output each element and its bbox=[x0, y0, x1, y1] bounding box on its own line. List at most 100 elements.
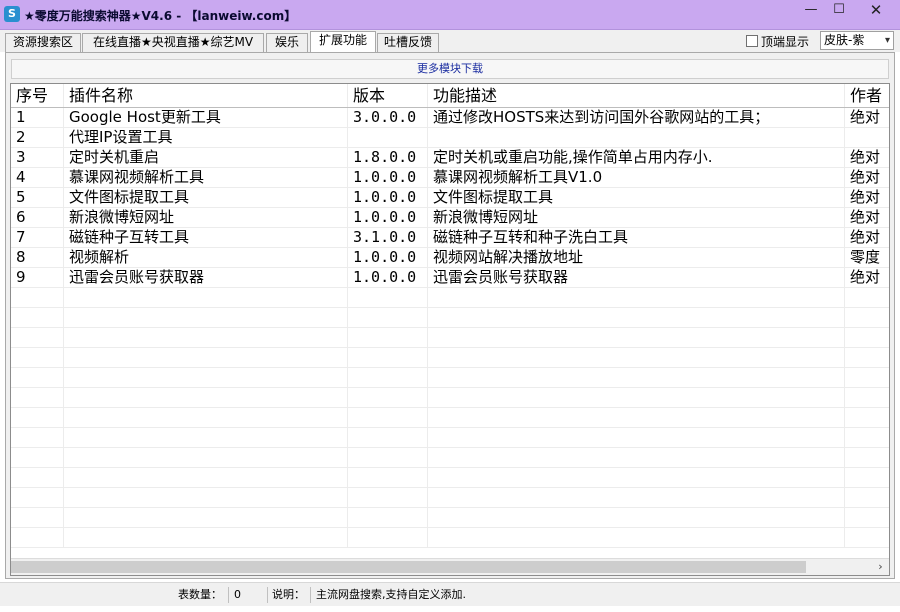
cell-author bbox=[845, 288, 889, 307]
cell-description bbox=[428, 488, 845, 507]
cell-index bbox=[11, 288, 64, 307]
scrollbar-thumb[interactable] bbox=[11, 561, 806, 573]
cell-version: 1.0.0.0 bbox=[348, 188, 428, 207]
cell-plugin-name: Google Host更新工具 bbox=[64, 108, 348, 127]
plugin-table: 序号 插件名称 版本 功能描述 作者 1 Google Host更新工具 3.0.0… bbox=[10, 83, 890, 576]
cell-author: 零度 bbox=[845, 248, 889, 267]
cell-plugin-name: 文件图标提取工具 bbox=[64, 188, 348, 207]
cell-description bbox=[428, 388, 845, 407]
extensions-panel: 更多模块下载 序号 插件名称 版本 功能描述 作者 1 Google Host更新… bbox=[5, 52, 895, 579]
cell-author: 绝对 bbox=[845, 168, 889, 187]
status-bar: 表数量： 0 说明： 主流网盘搜索,支持自定义添加. bbox=[0, 582, 900, 606]
cell-author bbox=[845, 308, 889, 327]
cell-index: 5 bbox=[11, 188, 64, 207]
cell-author bbox=[845, 388, 889, 407]
cell-description: 磁链种子互转和种子洗白工具 bbox=[428, 228, 845, 247]
cell-index bbox=[11, 408, 64, 427]
cell-description bbox=[428, 288, 845, 307]
cell-author bbox=[845, 128, 889, 147]
cell-plugin-name: 新浪微博短网址 bbox=[64, 208, 348, 227]
cell-index: 8 bbox=[11, 248, 64, 267]
cell-version: 3.0.0.0 bbox=[348, 108, 428, 127]
cell-description: 通过修改HOSTS来达到访问国外谷歌网站的工具； bbox=[428, 108, 845, 127]
cell-version bbox=[348, 388, 428, 407]
cell-version bbox=[348, 288, 428, 307]
cell-plugin-name bbox=[64, 328, 348, 347]
cell-author bbox=[845, 408, 889, 427]
cell-index bbox=[11, 388, 64, 407]
tab-feedback[interactable]: 吐槽反馈 bbox=[377, 33, 439, 52]
tab-entertainment[interactable]: 娱乐 bbox=[266, 33, 308, 52]
table-row[interactable]: 4 慕课网视频解析工具 1.0.0.0 慕课网视频解析工具V1.0 绝对 bbox=[11, 168, 889, 188]
cell-version: 1.0.0.0 bbox=[348, 268, 428, 287]
maximize-button[interactable]: ☐ bbox=[824, 0, 854, 22]
table-row[interactable]: 2 代理IP设置工具 bbox=[11, 128, 889, 148]
table-row bbox=[11, 308, 889, 328]
cell-plugin-name bbox=[64, 448, 348, 467]
cell-description: 文件图标提取工具 bbox=[428, 188, 845, 207]
table-row[interactable]: 1 Google Host更新工具 3.0.0.0 通过修改HOSTS来达到访问国外谷… bbox=[11, 108, 889, 128]
topmost-checkbox[interactable] bbox=[746, 35, 758, 47]
cell-index bbox=[11, 368, 64, 387]
table-row[interactable]: 8 视频解析 1.0.0.0 视频网站解决播放地址 零度 bbox=[11, 248, 889, 268]
cell-index: 9 bbox=[11, 268, 64, 287]
cell-index bbox=[11, 448, 64, 467]
cell-description: 新浪微博短网址 bbox=[428, 208, 845, 227]
tab-live-tv[interactable]: 在线直播★央视直播★综艺MV bbox=[82, 33, 264, 52]
table-row[interactable]: 9 迅雷会员账号获取器 1.0.0.0 迅雷会员账号获取器 绝对 bbox=[11, 268, 889, 288]
cell-version bbox=[348, 428, 428, 447]
table-row bbox=[11, 488, 889, 508]
cell-author bbox=[845, 468, 889, 487]
horizontal-scrollbar[interactable]: › bbox=[11, 558, 889, 575]
cell-description bbox=[428, 128, 845, 147]
cell-version bbox=[348, 328, 428, 347]
cell-plugin-name: 代理IP设置工具 bbox=[64, 128, 348, 147]
header-description[interactable]: 功能描述 bbox=[428, 84, 845, 107]
cell-version bbox=[348, 348, 428, 367]
minimize-button[interactable]: — bbox=[796, 0, 826, 22]
table-row[interactable]: 6 新浪微博短网址 1.0.0.0 新浪微博短网址 绝对 bbox=[11, 208, 889, 228]
header-index[interactable]: 序号 bbox=[11, 84, 64, 107]
skin-dropdown[interactable]: 皮肤-紫 ▾ bbox=[820, 31, 894, 50]
cell-description bbox=[428, 448, 845, 467]
table-row[interactable]: 7 磁链种子互转工具 3.1.0.0 磁链种子互转和种子洗白工具 绝对 bbox=[11, 228, 889, 248]
cell-author: 绝对 bbox=[845, 148, 889, 167]
cell-index: 6 bbox=[11, 208, 64, 227]
cell-plugin-name bbox=[64, 428, 348, 447]
cell-index bbox=[11, 348, 64, 367]
cell-index: 1 bbox=[11, 108, 64, 127]
tab-extensions[interactable]: 扩展功能 bbox=[310, 31, 376, 53]
table-row[interactable]: 3 定时关机重启 1.8.0.0 定时关机或重启功能,操作简单占用内存小. 绝对 bbox=[11, 148, 889, 168]
header-version[interactable]: 版本 bbox=[348, 84, 428, 107]
cell-version bbox=[348, 468, 428, 487]
table-row bbox=[11, 288, 889, 308]
tab-resource-search[interactable]: 资源搜索区 bbox=[5, 33, 81, 52]
chevron-down-icon: ▾ bbox=[884, 35, 890, 46]
header-author[interactable]: 作者 bbox=[845, 84, 889, 107]
cell-version: 1.0.0.0 bbox=[348, 208, 428, 227]
cell-description: 迅雷会员账号获取器 bbox=[428, 268, 845, 287]
cell-plugin-name bbox=[64, 508, 348, 527]
header-plugin-name[interactable]: 插件名称 bbox=[64, 84, 348, 107]
cell-version: 3.1.0.0 bbox=[348, 228, 428, 247]
cell-description bbox=[428, 468, 845, 487]
cell-description bbox=[428, 528, 845, 547]
cell-version bbox=[348, 128, 428, 147]
cell-plugin-name bbox=[64, 368, 348, 387]
close-button[interactable]: ✕ bbox=[854, 0, 898, 22]
cell-plugin-name bbox=[64, 488, 348, 507]
cell-description: 慕课网视频解析工具V1.0 bbox=[428, 168, 845, 187]
description-value: 主流网盘搜索,支持自定义添加. bbox=[310, 587, 466, 603]
cell-index: 7 bbox=[11, 228, 64, 247]
cell-version bbox=[348, 448, 428, 467]
topmost-option[interactable]: 顶端显示 bbox=[746, 33, 809, 49]
table-row bbox=[11, 468, 889, 488]
scroll-right-icon[interactable]: › bbox=[872, 559, 889, 575]
table-row[interactable]: 5 文件图标提取工具 1.0.0.0 文件图标提取工具 绝对 bbox=[11, 188, 889, 208]
cell-description: 定时关机或重启功能,操作简单占用内存小. bbox=[428, 148, 845, 167]
cell-author: 绝对 bbox=[845, 208, 889, 227]
more-modules-download-button[interactable]: 更多模块下载 bbox=[11, 59, 889, 79]
cell-plugin-name bbox=[64, 468, 348, 487]
table-row bbox=[11, 528, 889, 548]
table-count-value: 0 bbox=[228, 587, 268, 603]
